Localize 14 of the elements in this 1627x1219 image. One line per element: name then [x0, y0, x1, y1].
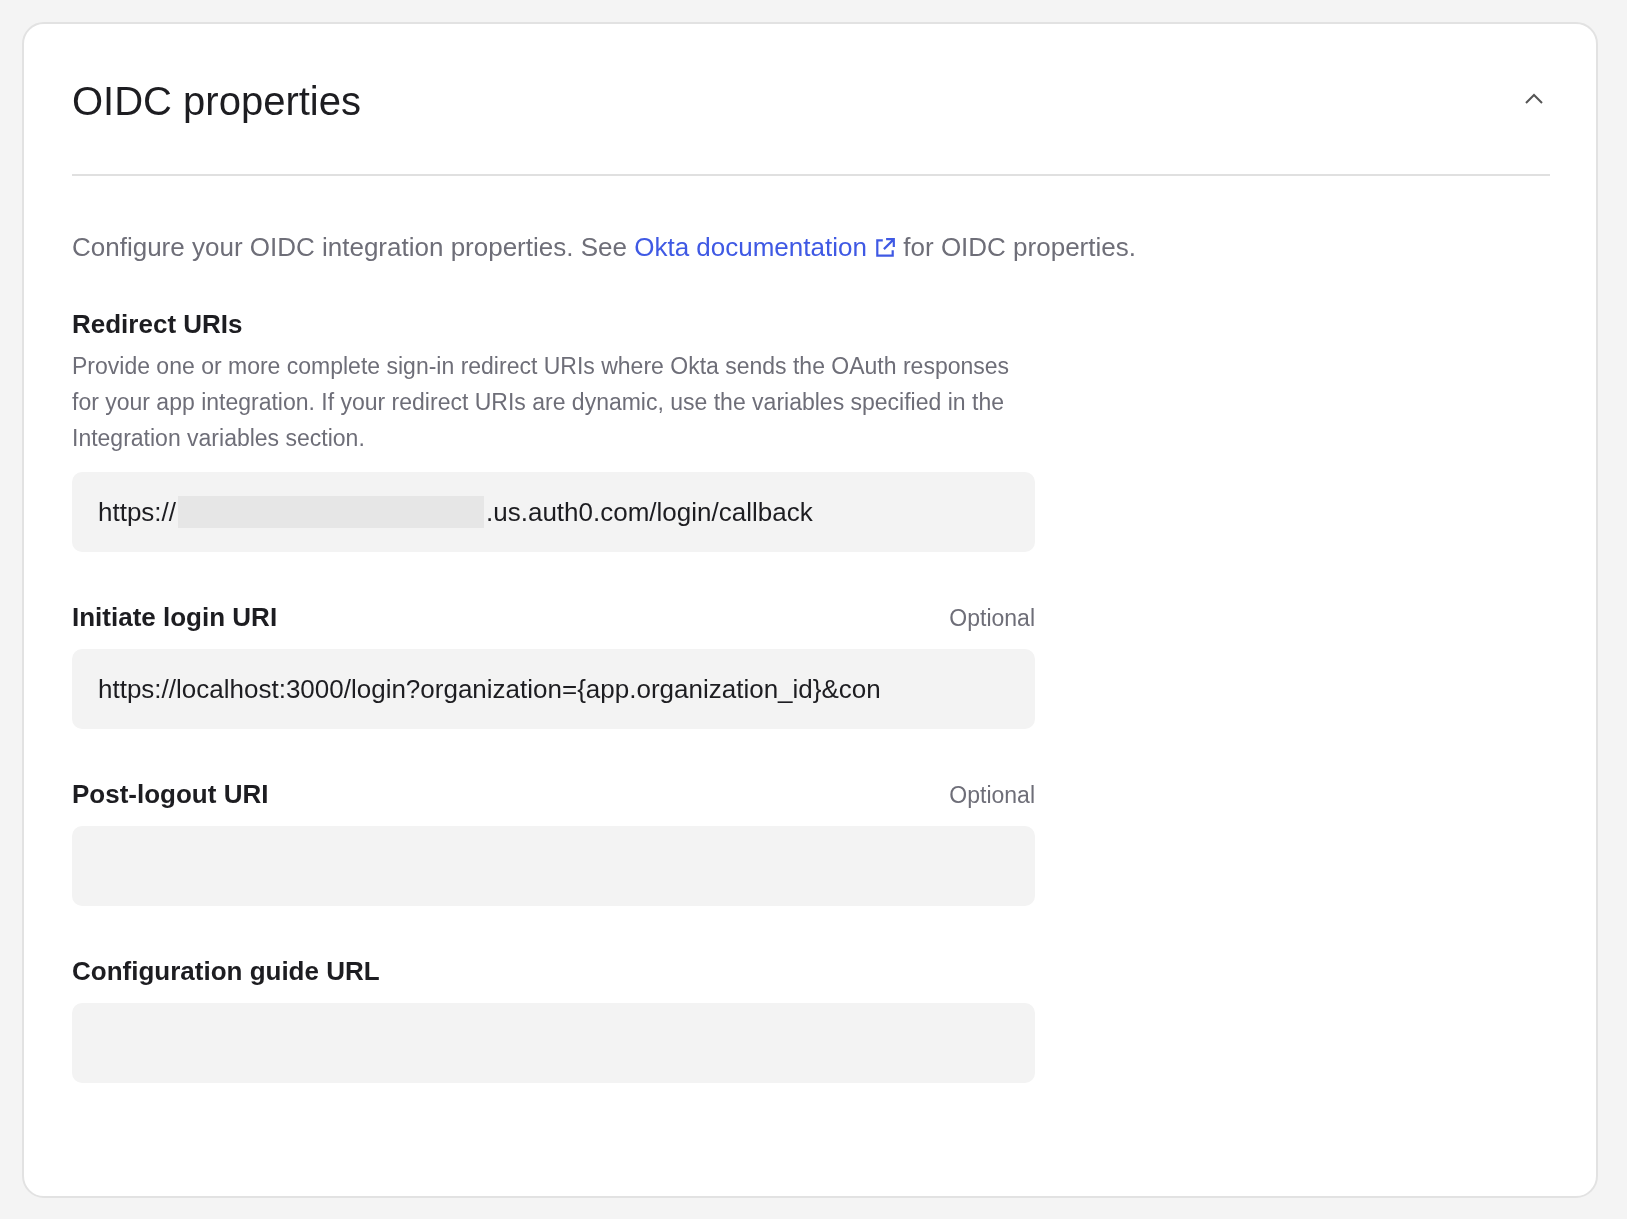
help-text: Provide one or more complete sign-in redirect URIs where Okta sends the OAuth responses for your app integration. If your redirect URIs are dynamic, use the variables specified in the Integration variables section. [72, 352, 1011, 453]
external-link-icon [874, 237, 897, 259]
field-label: Configuration guide URL [72, 956, 380, 987]
field-label: Post-logout URI [72, 779, 269, 810]
chevron-up-icon[interactable] [1524, 93, 1544, 105]
input-field[interactable]: https:// .us.auth0.com/login/callback [72, 472, 1035, 552]
field-label: Redirect URIs [72, 309, 243, 340]
section-title: OIDC properties [72, 77, 361, 124]
description-text: Configure your OIDC integration properties. See Okta documentation for OIDC properties. [72, 231, 1137, 264]
input-field[interactable]: https://localhost:3000/login?organization={app.organization_id}&con [72, 649, 1035, 729]
field-label: Initiate login URI [72, 602, 278, 633]
documentation-link[interactable]: Okta documentation [634, 232, 897, 262]
optional-hint: Optional [949, 605, 1035, 632]
optional-hint: Optional [949, 782, 1035, 809]
